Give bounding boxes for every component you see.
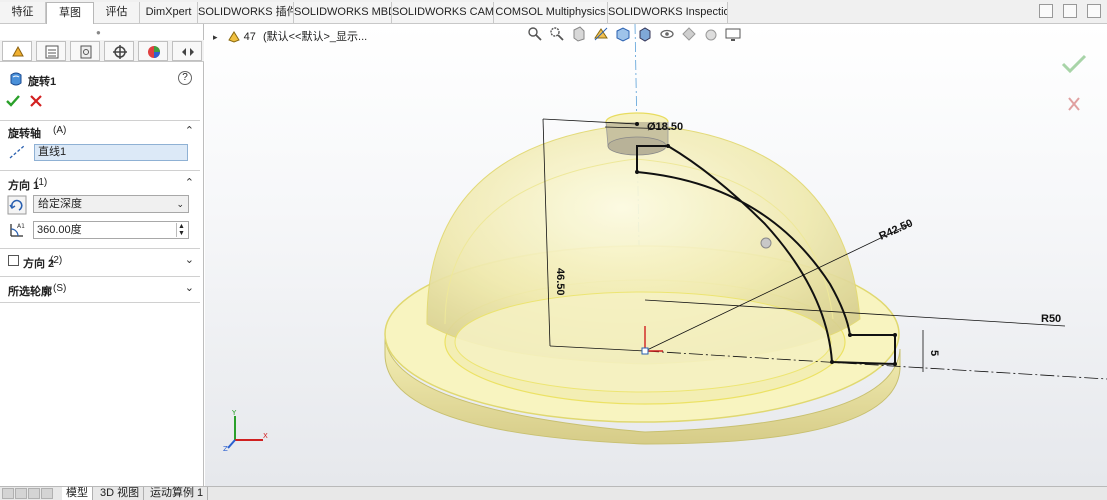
appearance-icon [148, 46, 160, 58]
divider [0, 170, 200, 171]
tab-sketch[interactable]: 草图 [46, 2, 94, 24]
confirm-row [0, 92, 204, 110]
tab-evaluate[interactable]: 评估 [94, 2, 140, 23]
panel-grip-icon[interactable]: ● [96, 28, 104, 37]
feature-tree-icon [12, 45, 24, 57]
tab-features[interactable]: 特征 [0, 2, 46, 23]
property-manager: ● 旋转1 ? 旋转轴 (A) ⌃ 直线1 方向 1 (1) ⌃ 给定深度 ⌄ … [0, 24, 204, 486]
triad-z-axis [227, 439, 236, 449]
tab-solidworks-inspection[interactable]: SOLIDWORKS Inspection [608, 2, 728, 23]
ribbon-window-controls [1039, 4, 1101, 20]
direction1-section-header[interactable]: 方向 1 (1) ⌃ [0, 174, 204, 192]
dim-radius-outer[interactable]: R50 [1041, 313, 1061, 325]
svg-text:X: X [263, 432, 268, 440]
tab-solidworks-cam[interactable]: SOLIDWORKS CAM [392, 2, 494, 23]
collapse-up-icon[interactable]: ⌃ [185, 124, 194, 137]
configuration-icon [80, 45, 92, 59]
last-tab-arrow-icon[interactable] [41, 488, 53, 499]
dim-radius-inner[interactable]: R42.50 [877, 217, 914, 242]
direction1-section-shortcut: (1) [35, 177, 48, 188]
svg-text:Z: Z [223, 445, 228, 452]
property-manager-tab[interactable] [36, 41, 66, 61]
tab-model[interactable]: 模型 [62, 487, 93, 500]
spin-button-icon[interactable]: ▲ ▼ [176, 223, 186, 237]
command-manager-tabs: 特征 草图 评估 DimXpert SOLIDWORKS 插件 SOLIDWOR… [0, 0, 1107, 24]
prev-tab-arrow-icon[interactable] [15, 488, 27, 499]
display-manager-tab[interactable] [138, 41, 168, 61]
angle-input[interactable]: 360.00度 ▲ ▼ [33, 221, 189, 239]
ok-check-icon[interactable] [6, 94, 20, 108]
reverse-direction-icon[interactable] [7, 195, 27, 215]
contour-section-header[interactable]: 所选轮廓 (S) ⌄ [0, 280, 204, 298]
rotation-axis-field[interactable]: 直线1 [34, 144, 188, 161]
minimize-icon[interactable] [1063, 4, 1077, 18]
expand-down-icon[interactable]: ⌄ [185, 253, 194, 266]
help-button[interactable]: ? [178, 71, 192, 85]
dimxpert-manager-tab[interactable] [104, 41, 134, 61]
panel-tab-strip [0, 40, 204, 62]
svg-text:A1: A1 [17, 223, 25, 230]
feature-title: 旋转1 [28, 76, 57, 88]
next-tab-arrow-icon[interactable] [28, 488, 40, 499]
direction2-section-shortcut: (2) [50, 255, 63, 266]
expand-down-icon[interactable]: ⌄ [185, 281, 194, 294]
model-canvas[interactable]: Ø18.50 R42.50 R50 46.50 5 [205, 24, 1107, 486]
tab-solidworks-addins[interactable]: SOLIDWORKS 插件 [198, 2, 294, 23]
angle-icon: A1 [10, 223, 25, 237]
feature-manager-tab[interactable] [2, 41, 32, 61]
tab-dimxpert[interactable]: DimXpert [140, 2, 198, 23]
axis-section-shortcut: (A) [53, 125, 67, 136]
tab-comsol-multiphysics[interactable]: COMSOL Multiphysics [494, 2, 608, 23]
crosshair-icon [113, 45, 127, 59]
contour-section-title: 所选轮廓 [8, 286, 52, 298]
coordinate-triad: Y X Z [223, 409, 268, 452]
divider [0, 120, 200, 121]
tab-motion-study[interactable]: 运动算例 1 [146, 487, 209, 500]
dim-height[interactable]: 46.50 [554, 268, 566, 296]
direction2-checkbox[interactable] [8, 255, 19, 266]
angle-row: A1 360.00度 ▲ ▼ [0, 220, 204, 242]
divider [0, 302, 200, 303]
drag-handle[interactable] [760, 237, 772, 249]
revolve-feature-icon [10, 72, 22, 86]
angle-value: 360.00度 [37, 224, 82, 236]
dim-thickness[interactable]: 5 [928, 350, 940, 356]
close-pane-icon[interactable] [1087, 4, 1101, 18]
axis-line-icon [9, 145, 25, 159]
origin-point[interactable] [641, 347, 649, 355]
first-tab-arrow-icon[interactable] [2, 488, 14, 499]
axis-input-row: 直线1 [0, 142, 204, 164]
tab-3d-view[interactable]: 3D 视图 [96, 487, 145, 500]
direction2-section-header[interactable]: 方向 2 (2) ⌄ [0, 252, 204, 270]
chevron-down-icon: ⌄ [176, 199, 184, 209]
panel-scroll-tab[interactable] [172, 41, 202, 61]
end-condition-select[interactable]: 给定深度 ⌄ [33, 195, 189, 213]
dim-diameter-top[interactable]: Ø18.50 [647, 121, 683, 133]
axis-section-title: 旋转轴 [8, 128, 41, 140]
bottom-tab-bar: 模型 3D 视图 运动算例 1 [0, 486, 1107, 500]
arrows-left-right-icon [182, 48, 194, 56]
svg-text:Y: Y [231, 409, 237, 417]
restore-icon[interactable] [1039, 4, 1053, 18]
cancel-x-icon[interactable] [29, 94, 43, 108]
divider [0, 248, 200, 249]
axis-section-header[interactable]: 旋转轴 (A) ⌃ [0, 122, 204, 140]
collapse-up-icon[interactable]: ⌃ [185, 176, 194, 189]
end-condition-value: 给定深度 [38, 198, 82, 210]
feature-title-row: 旋转1 ? [0, 70, 204, 90]
graphics-area[interactable]: ▸ 47 (默认<<默认>_显示... Ø18.50 R42.50 R50 46… [205, 24, 1107, 486]
dome-opening [454, 291, 832, 393]
end-condition-row: 给定深度 ⌄ [0, 194, 204, 216]
property-list-icon [45, 45, 59, 59]
divider [0, 276, 200, 277]
tab-solidworks-mbd[interactable]: SOLIDWORKS MBD [294, 2, 392, 23]
contour-section-shortcut: (S) [53, 283, 67, 294]
tab-scroll-arrows [2, 488, 53, 499]
configuration-manager-tab[interactable] [70, 41, 100, 61]
